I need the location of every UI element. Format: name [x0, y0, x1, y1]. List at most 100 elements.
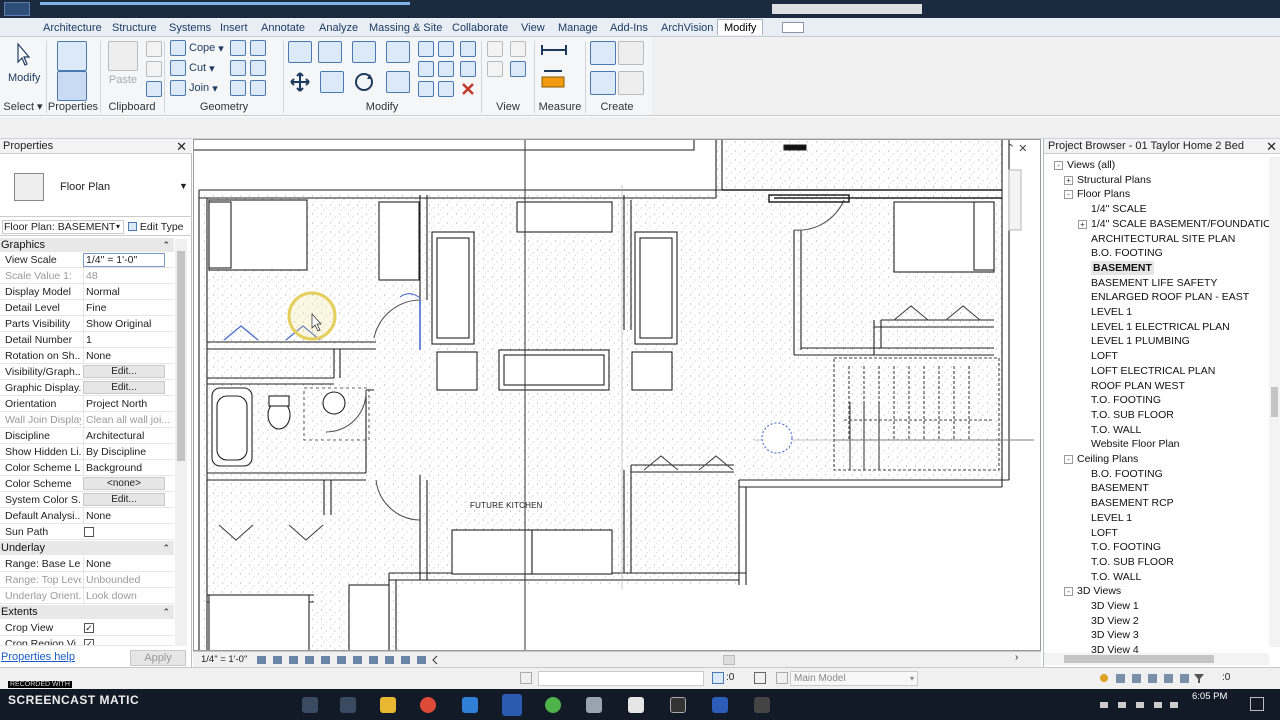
graphic-display-edit-button[interactable]: Edit... — [83, 381, 165, 394]
visibility-edit-button[interactable]: Edit... — [83, 365, 165, 378]
search-field[interactable] — [772, 4, 922, 14]
app-menu-button[interactable] — [4, 2, 30, 16]
browser-node[interactable]: B.O. FOOTING — [1091, 246, 1163, 261]
mirror-draw-axis-icon[interactable] — [386, 41, 410, 66]
active-workset-field[interactable] — [538, 671, 704, 686]
match-type-icon[interactable] — [146, 81, 162, 100]
paste-button[interactable]: Paste — [108, 41, 138, 86]
edit-type-button[interactable]: Edit Type — [128, 220, 186, 234]
worksets-icon[interactable] — [520, 672, 532, 684]
prop-parts-visibility[interactable]: Parts Visibility Show Original — [0, 316, 174, 332]
notifications-icon[interactable] — [1250, 697, 1264, 711]
room-label-future-kitchen[interactable]: FUTURE KITCHEN — [470, 501, 543, 510]
file-explorer-icon[interactable] — [380, 697, 396, 713]
browser-node[interactable]: ROOF PLAN WEST — [1091, 379, 1185, 394]
browser-node[interactable]: LOFT ELECTRICAL PLAN — [1091, 364, 1215, 379]
browser-node[interactable]: Views (all) — [1067, 158, 1115, 173]
prop-graphic-display[interactable]: Graphic Display... Edit... — [0, 380, 174, 396]
unpin-icon[interactable] — [460, 61, 476, 80]
tree-toggle-icon[interactable]: - — [1064, 190, 1073, 200]
trim-icon[interactable] — [386, 71, 410, 96]
crop-region-checkbox[interactable]: ✓ — [84, 639, 94, 645]
drawing-canvas[interactable]: FUTURE KITCHEN ⌃ ✕ — [193, 139, 1041, 651]
prop-wall-join-display[interactable]: Wall Join Display Clean all wall joi... — [0, 412, 174, 428]
crop-view-checkbox[interactable]: ✓ — [84, 623, 94, 633]
browser-node[interactable]: BASEMENT LIFE SAFETY — [1091, 276, 1217, 291]
browser-node[interactable]: LEVEL 1 ELECTRICAL PLAN — [1091, 320, 1230, 335]
group-graphics[interactable]: Graphics ⌃ — [0, 238, 174, 252]
tree-toggle-icon[interactable]: + — [1078, 219, 1087, 229]
rotate-icon[interactable] — [352, 71, 376, 96]
edge-icon[interactable] — [462, 697, 478, 713]
prop-crop-view[interactable]: Crop View ✓ — [0, 620, 174, 636]
design-option-select[interactable]: Main Model ▾ — [790, 671, 918, 686]
browser-node[interactable]: BASEMENT — [1091, 481, 1149, 496]
offset-icon[interactable] — [318, 41, 342, 66]
browser-hscrollbar[interactable] — [1044, 653, 1269, 665]
cope-button[interactable]: Cope ▾ — [170, 40, 224, 56]
modify-tool-button[interactable]: Modify — [8, 41, 40, 87]
tree-toggle-icon[interactable]: - — [1064, 455, 1073, 464]
prop-range-base-level[interactable]: Range: Base Le... None — [0, 556, 174, 572]
linework-icon[interactable] — [487, 61, 503, 80]
prop-visibility-graphics[interactable]: Visibility/Graph... Edit... — [0, 364, 174, 380]
prop-detail-number[interactable]: Detail Number 1 — [0, 332, 174, 348]
scroll-right-icon[interactable]: › — [1015, 652, 1018, 663]
browser-node[interactable]: T.O. FOOTING — [1091, 393, 1161, 408]
floor-plan-drawing[interactable] — [194, 140, 1041, 651]
split-icon[interactable] — [418, 41, 434, 60]
sun-path-checkbox[interactable] — [84, 527, 94, 537]
browser-node[interactable]: 3D View 1 — [1091, 599, 1139, 614]
cut-button[interactable]: Cut ▾ — [170, 60, 215, 76]
tab-structure[interactable]: Structure — [106, 20, 163, 36]
hide-in-view-icon[interactable] — [487, 41, 503, 60]
extend-single-icon[interactable] — [438, 81, 454, 100]
scale-icon[interactable] — [438, 61, 454, 80]
close-browser-icon[interactable]: ✕ — [1266, 139, 1277, 154]
calculator-icon[interactable] — [628, 697, 644, 713]
create-parts-icon[interactable] — [618, 41, 644, 68]
view-scale-control[interactable]: 1/4" = 1'-0" — [201, 654, 247, 665]
tab-systems[interactable]: Systems — [163, 20, 217, 36]
browser-node[interactable]: Website Floor Plan — [1091, 437, 1180, 452]
tab-analyze[interactable]: Analyze — [313, 20, 364, 36]
align-icon[interactable] — [288, 41, 312, 66]
group-extents[interactable]: Extents ⌃ — [0, 605, 174, 619]
tab-manage[interactable]: Manage — [552, 20, 604, 36]
prop-rotation-on-sheet[interactable]: Rotation on Sh... None — [0, 348, 174, 364]
prop-default-analysis[interactable]: Default Analysi... None — [0, 508, 174, 524]
tree-toggle-icon[interactable]: - — [1054, 161, 1063, 170]
system-tray-icons[interactable] — [1100, 699, 1180, 711]
delete-icon[interactable] — [460, 81, 476, 100]
browser-node[interactable]: 1/4" SCALE BASEMENT/FOUNDATION — [1091, 217, 1279, 232]
browser-node[interactable]: LOFT — [1091, 349, 1118, 364]
move-icon[interactable] — [288, 71, 312, 96]
chrome-icon[interactable] — [420, 697, 436, 713]
browser-node[interactable]: 3D View 3 — [1091, 628, 1139, 643]
word-icon[interactable] — [712, 697, 728, 713]
browser-node[interactable]: T.O. SUB FLOOR — [1091, 555, 1174, 570]
measure-icon[interactable] — [540, 43, 568, 60]
dimension-icon[interactable] — [540, 67, 568, 92]
geometry-tool-6-icon[interactable] — [250, 80, 266, 99]
type-selector[interactable]: Floor Plan ▼ — [0, 155, 192, 217]
apply-button[interactable]: Apply — [130, 650, 186, 666]
join-button[interactable]: Join ▾ — [170, 80, 218, 96]
browser-node[interactable]: BASEMENT RCP — [1091, 496, 1174, 511]
copy-icon[interactable] — [320, 71, 344, 96]
override-graphics-icon[interactable] — [510, 41, 526, 60]
prop-show-hidden-lines[interactable]: Show Hidden Li... By Discipline — [0, 444, 174, 460]
app-gear-icon[interactable] — [586, 697, 602, 713]
browser-node[interactable]: LEVEL 1 PLUMBING — [1091, 334, 1190, 349]
copy-clipboard-icon[interactable] — [146, 61, 162, 80]
geometry-tool-3-icon[interactable] — [230, 60, 246, 79]
select-panel-label[interactable]: Select ▾ — [0, 100, 46, 114]
exclude-options-icon[interactable] — [776, 672, 788, 684]
color-scheme-button[interactable]: <none> — [83, 477, 165, 490]
tab-collaborate[interactable]: Collaborate — [446, 20, 514, 36]
instance-selector[interactable]: Floor Plan: BASEMENT ▾ — [2, 220, 124, 234]
prop-detail-level[interactable]: Detail Level Fine — [0, 300, 174, 316]
browser-node[interactable]: LEVEL 1 — [1091, 511, 1132, 526]
geometry-tool-4-icon[interactable] — [250, 60, 266, 79]
browser-node[interactable]: T.O. WALL — [1091, 423, 1141, 438]
